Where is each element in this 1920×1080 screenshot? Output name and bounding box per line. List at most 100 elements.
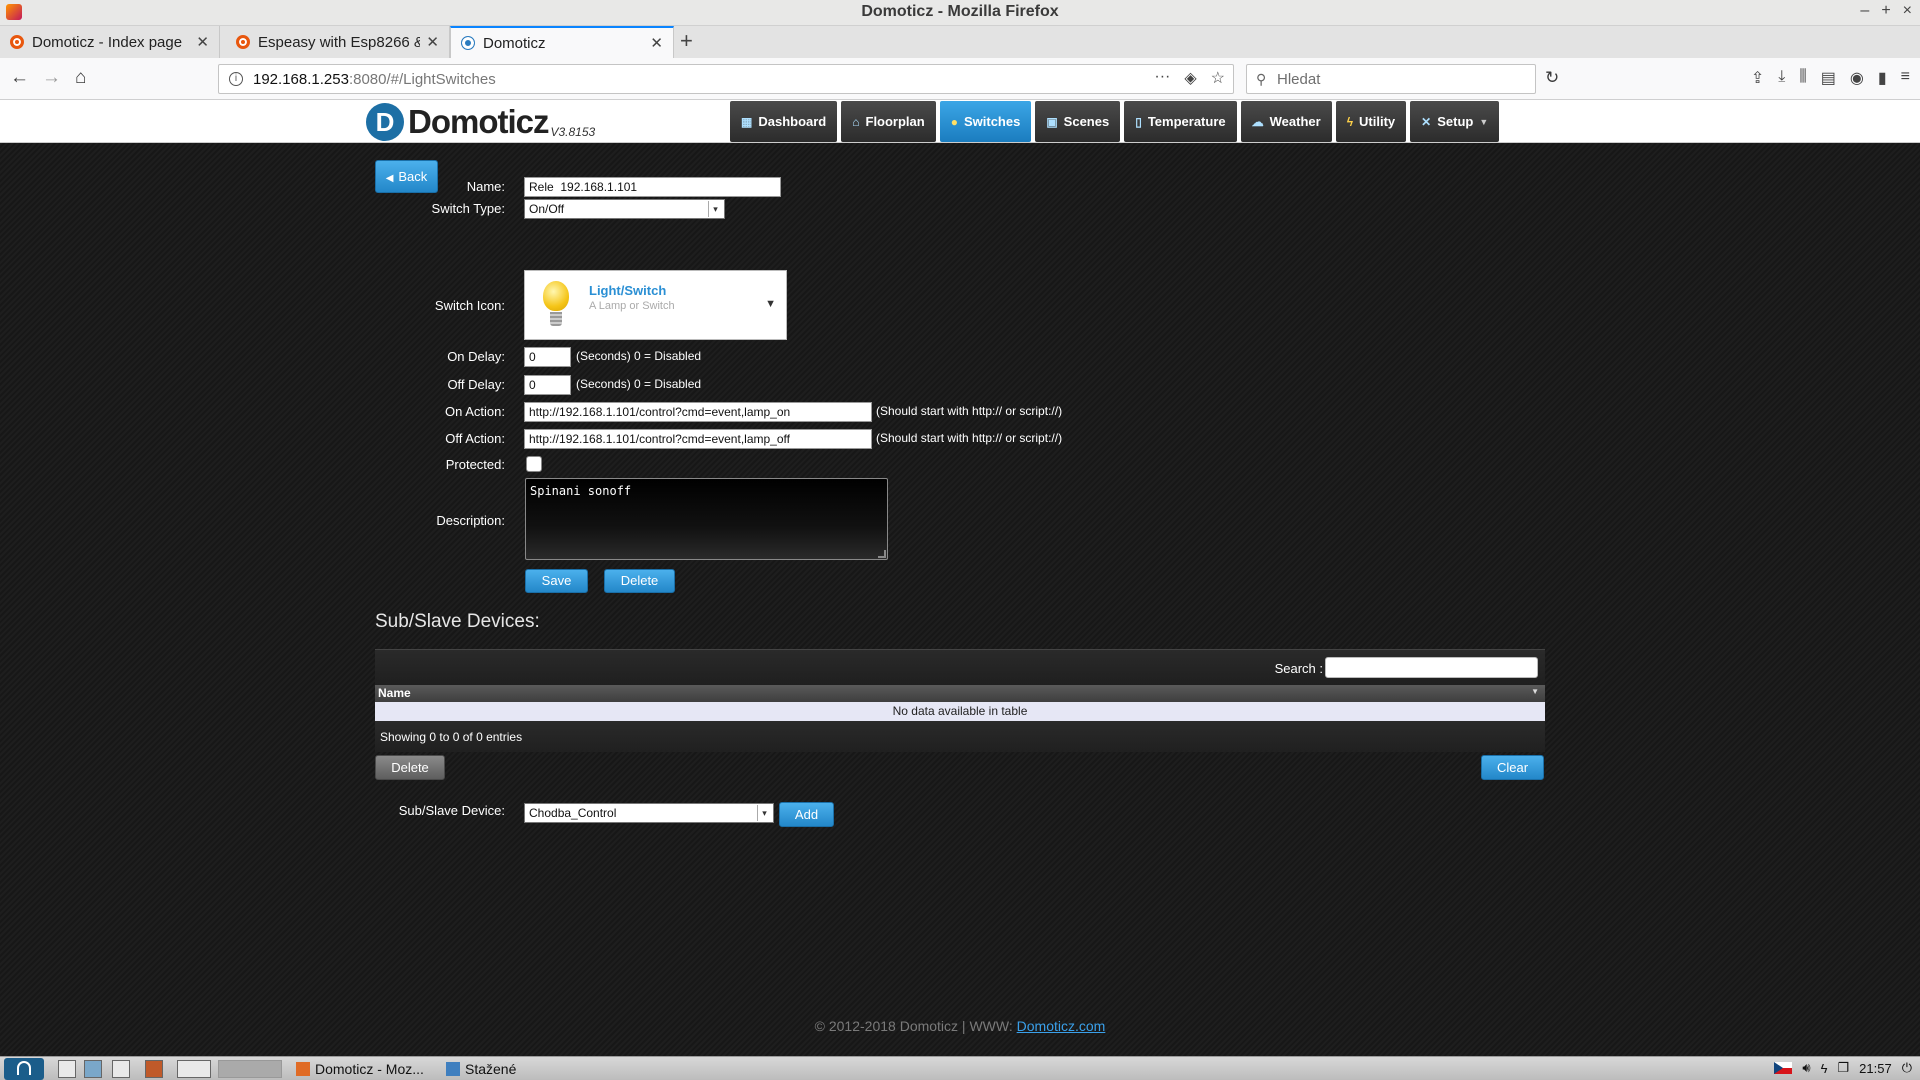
download-icon[interactable]: ⤓ <box>1778 68 1785 88</box>
nav-dashboard[interactable]: ▦ Dashboard <box>730 101 838 142</box>
protected-checkbox[interactable] <box>526 456 542 472</box>
tab-close-icon[interactable]: ✕ <box>650 34 663 52</box>
start-menu-button[interactable] <box>4 1058 44 1080</box>
start-logo-icon <box>17 1061 31 1075</box>
delete-button[interactable]: Delete <box>604 569 675 593</box>
maximize-icon[interactable]: + <box>1881 2 1890 20</box>
url-path: :8080/#/LightSwitches <box>348 71 496 88</box>
switch-icon-picker[interactable]: Light/Switch A Lamp or Switch ▼ <box>524 270 787 340</box>
domoticz-logo[interactable]: D Domoticz V3.8153 <box>366 103 595 141</box>
thermometer-icon: ▯ <box>1135 114 1142 129</box>
tab-close-icon[interactable]: ✕ <box>426 33 439 51</box>
window-title: Domoticz - Mozilla Firefox <box>861 3 1059 20</box>
icon-title: Light/Switch <box>589 283 667 298</box>
bookmark-star-icon[interactable]: ☆ <box>1211 68 1225 88</box>
lightbulb-icon <box>543 281 569 329</box>
window-titlebar: Domoticz - Mozilla Firefox – + × <box>0 0 1920 26</box>
nav-scenes[interactable]: ▣ Scenes <box>1035 101 1121 142</box>
czech-flag-icon[interactable] <box>1774 1062 1793 1074</box>
subslave-device-select[interactable]: Chodba_Control ▾ <box>524 803 774 823</box>
nav-switches[interactable]: ● Switches <box>939 101 1032 142</box>
file-manager-icon[interactable] <box>58 1060 76 1078</box>
taskbar-app-label: Domoticz - Moz... <box>315 1061 424 1077</box>
new-tab-icon[interactable]: + <box>680 28 693 54</box>
firefox-launcher-icon[interactable] <box>145 1060 163 1078</box>
volume-icon[interactable]: 🔊︎ <box>1802 1060 1810 1076</box>
library-icon[interactable]: ⫼ <box>1799 68 1806 88</box>
nav-setup[interactable]: ✕ Setup ▼ <box>1410 101 1500 142</box>
close-window-icon[interactable]: × <box>1903 2 1912 20</box>
chevron-down-icon: ▾ <box>708 201 722 217</box>
on-delay-label: On Delay: <box>447 349 505 364</box>
app-header: D Domoticz V3.8153 ▦ Dashboard ⌂ Floorplan… <box>0 100 1920 143</box>
table-toolbar: Search : <box>375 649 1545 685</box>
table-info: Showing 0 to 0 of 0 entries <box>375 721 1545 752</box>
description-textarea[interactable]: Spinani sonoff <box>525 478 888 560</box>
table-header-name[interactable]: Name ▼ <box>375 685 1545 702</box>
add-button[interactable]: Add <box>779 802 834 827</box>
subslave-clear-button[interactable]: Clear <box>1481 755 1544 780</box>
forward-arrow-icon[interactable]: → <box>42 67 61 89</box>
pocket-icon[interactable]: ◈ <box>1184 68 1196 88</box>
off-delay-input[interactable] <box>524 375 571 395</box>
name-input[interactable] <box>524 177 781 197</box>
taskbar-app-downloads[interactable]: Stažené <box>446 1059 516 1079</box>
home-icon[interactable]: ⌂ <box>75 67 86 89</box>
desktop-pager-icon[interactable] <box>177 1060 211 1078</box>
url-text[interactable]: 192.168.1.253:8080/#/LightSwitches <box>253 71 496 88</box>
power-icon[interactable]: ⏻ <box>1902 1060 1912 1076</box>
clock: 21:57 <box>1859 1060 1892 1076</box>
dashboard-icon: ▦ <box>741 114 753 129</box>
navigation-toolbar: ← → ⌂ i 192.168.1.253:8080/#/LightSwitch… <box>0 58 1920 100</box>
page-actions-icon[interactable]: ··· <box>1154 68 1170 88</box>
domoticz-logo-icon: D <box>366 103 404 141</box>
switch-type-label: Switch Type: <box>431 201 505 216</box>
tab-domoticz-index[interactable]: Domoticz - Index page ✕ <box>0 26 220 58</box>
domoticz-favicon-icon <box>461 36 475 50</box>
home-upload-icon[interactable]: ⇪ <box>1751 68 1764 88</box>
workspace-switcher-icon[interactable] <box>218 1060 282 1078</box>
window-icon[interactable] <box>112 1060 130 1078</box>
minimize-icon[interactable]: – <box>1860 2 1869 20</box>
table-search-label: Search : <box>1274 661 1323 676</box>
site-info-icon[interactable]: i <box>229 72 243 86</box>
reload-icon[interactable]: ↻ <box>1545 67 1559 89</box>
save-button[interactable]: Save <box>525 569 588 593</box>
on-delay-input[interactable] <box>524 347 571 367</box>
tab-espeasy[interactable]: Espeasy with Esp8266 & ✕ <box>226 26 450 58</box>
off-action-input[interactable] <box>524 429 872 449</box>
footer-link[interactable]: Domoticz.com <box>1017 1018 1106 1034</box>
resize-grip-icon[interactable] <box>878 550 886 558</box>
search-input[interactable] <box>1277 69 1527 89</box>
extension-icon[interactable]: ◉ <box>1850 68 1864 88</box>
nav-label: Utility <box>1359 114 1396 129</box>
switch-icon-label: Switch Icon: <box>434 298 505 313</box>
nav-utility[interactable]: ϟ Utility <box>1335 101 1407 142</box>
footer: © 2012-2018 Domoticz | WWW: Domoticz.com <box>0 1018 1920 1034</box>
power-bolt-icon[interactable]: ϟ <box>1821 1061 1828 1076</box>
chevron-down-icon: ▾ <box>757 805 771 821</box>
switch-type-select[interactable]: On/Off ▾ <box>524 199 725 219</box>
tab-close-icon[interactable]: ✕ <box>196 33 209 51</box>
extension2-icon[interactable]: ▮ <box>1878 68 1887 88</box>
tab-domoticz[interactable]: Domoticz ✕ <box>450 26 674 58</box>
version-text: V3.8153 <box>550 125 596 139</box>
back-arrow-icon[interactable]: ← <box>10 67 29 89</box>
hamburger-menu-icon[interactable]: ≡ <box>1901 68 1910 88</box>
tab-label: Espeasy with Esp8266 & <box>258 33 421 51</box>
sidebar-icon[interactable]: ▤ <box>1821 68 1836 88</box>
url-actions: ··· ◈ ☆ <box>1154 68 1225 88</box>
nav-temperature[interactable]: ▯ Temperature <box>1124 101 1237 142</box>
url-bar[interactable]: i 192.168.1.253:8080/#/LightSwitches ···… <box>218 64 1234 94</box>
nav-floorplan[interactable]: ⌂ Floorplan <box>841 101 936 142</box>
search-bar[interactable]: ⚲ <box>1246 64 1536 94</box>
tools-icon: ✕ <box>1421 114 1432 129</box>
subslave-delete-button[interactable]: Delete <box>375 755 445 780</box>
on-action-input[interactable] <box>524 402 872 422</box>
network-icon[interactable] <box>84 1060 102 1078</box>
window-switch-icon[interactable]: ❐ <box>1838 1060 1850 1076</box>
main-nav: ▦ Dashboard ⌂ Floorplan ● Switches ▣ Scenes … <box>730 101 1500 142</box>
table-search-input[interactable] <box>1325 657 1538 678</box>
taskbar-app-firefox[interactable]: Domoticz - Moz... <box>296 1059 424 1079</box>
nav-weather[interactable]: ☁ Weather <box>1240 101 1332 142</box>
